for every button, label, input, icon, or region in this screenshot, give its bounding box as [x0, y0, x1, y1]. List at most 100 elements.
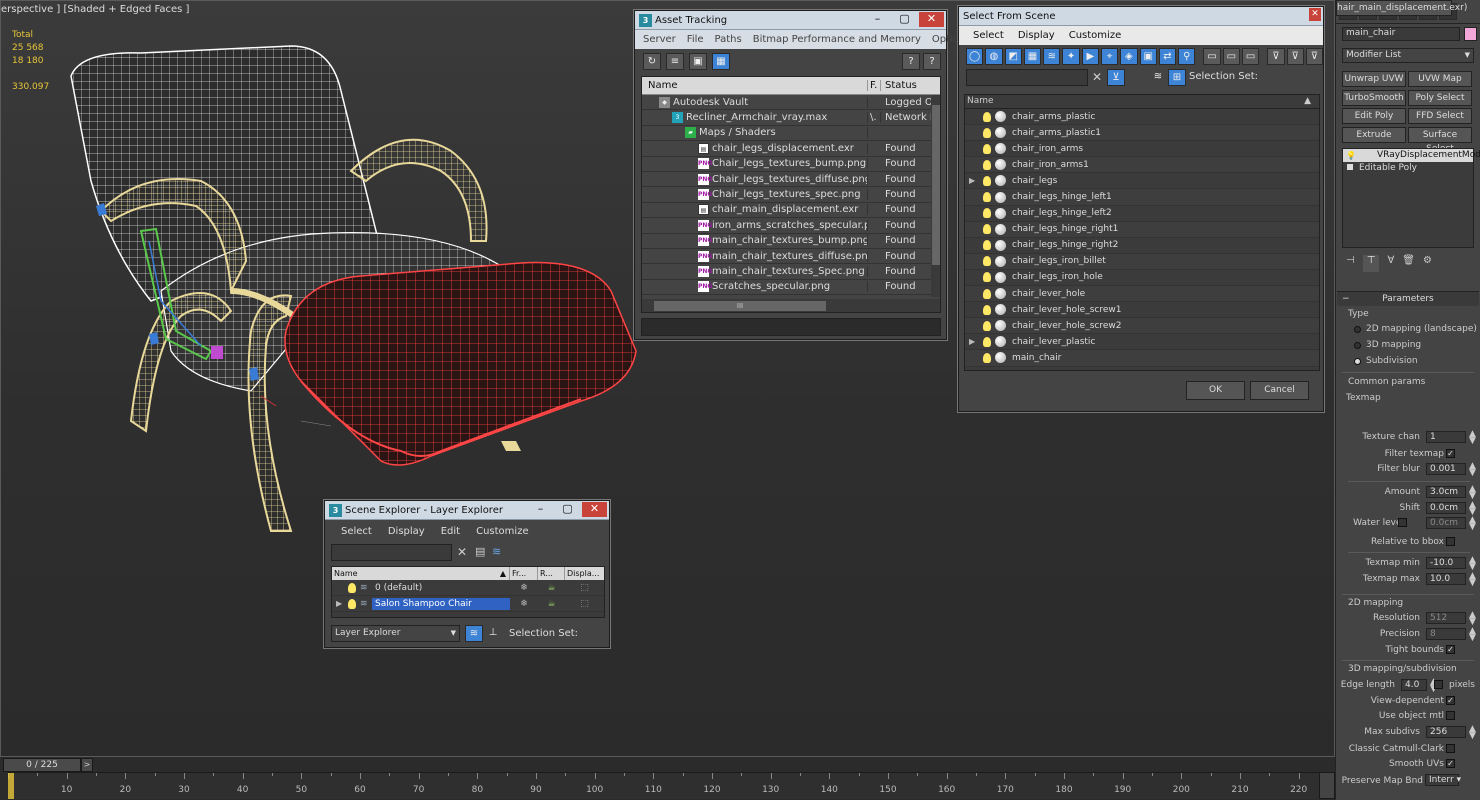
asset-row[interactable]: PNG Chair_legs_textures_bump.png Found [642, 157, 940, 172]
minimize-button[interactable]: – [865, 12, 890, 27]
light-bulb-icon[interactable] [983, 159, 991, 170]
asset-row[interactable]: 3 Recliner_Armchair_vray.max \. Network P [642, 110, 940, 126]
clear-search-icon[interactable]: ✕ [1092, 70, 1102, 84]
texmap-button[interactable]: hair_main_displacement.exr) [1336, 0, 1467, 16]
xrefs-filter-icon[interactable]: ⇄ [1158, 47, 1177, 65]
vscroll-thumb[interactable] [932, 105, 940, 265]
asset-row[interactable]: PNG main_chair_textures_diffuse.png Found [642, 249, 940, 265]
render-teapot-icon[interactable]: ☕ [538, 599, 565, 609]
display-box-icon[interactable]: ⬚ [565, 599, 604, 609]
light-bulb-icon[interactable]: 💡 [1346, 149, 1356, 162]
track-bar[interactable]: 10 20 30 40 50 60 70 80 90 100 110 120 130 140 150 160 1… [8, 772, 1329, 799]
amount-input-spinner[interactable]: ▲ ▼ [1469, 485, 1476, 501]
edge-length-input[interactable]: 4.0 [1401, 679, 1427, 691]
filter-texmap-checkbox[interactable]: ✓ [1446, 449, 1455, 458]
water-level-input[interactable]: 0.0cm [1426, 517, 1466, 529]
expand-arrow-icon[interactable]: ▶ [969, 176, 983, 185]
spacewarps-filter-icon[interactable]: ◈ [1120, 47, 1138, 65]
type-radio-1[interactable] [1354, 342, 1361, 349]
water-level-checkbox[interactable] [1398, 518, 1407, 527]
col-f[interactable]: F. [868, 80, 881, 91]
select-from-scene-window[interactable]: Select From Scene ✕ Select Display Custo… [958, 6, 1324, 412]
light-bulb-icon[interactable] [983, 352, 991, 363]
asset-list-vscroll[interactable] [931, 95, 940, 297]
time-slider-frame[interactable]: 0 / 225 [3, 758, 81, 772]
light-bulb-icon[interactable] [983, 127, 991, 138]
find-case-icon[interactable]: ⊻ [1107, 69, 1125, 86]
use-object-mtl-checkbox[interactable] [1446, 711, 1455, 720]
scene-object-row[interactable]: chair_iron_arms1 [965, 157, 1319, 174]
light-bulb-icon[interactable] [983, 111, 991, 122]
configure-modifier-sets-icon[interactable]: ⚙ [1423, 255, 1432, 272]
asset-row[interactable]: PNG Scratches_specular.png Found [642, 280, 940, 296]
display-none-icon[interactable]: ◍ [985, 47, 1003, 65]
resolution-input-spinner[interactable]: ▲ ▼ [1469, 611, 1476, 627]
pin-stack-icon[interactable]: ⊣ [1346, 255, 1355, 272]
menu-server[interactable]: Server [643, 34, 676, 45]
texmap-min-input-spinner[interactable]: ▲ ▼ [1469, 556, 1476, 572]
refresh-icon[interactable]: ↻ [643, 52, 661, 70]
resolution-input[interactable]: 512 [1426, 612, 1466, 624]
layer-view-icon[interactable]: ≋ [465, 625, 483, 642]
scene-object-row[interactable]: chair_legs_hinge_left2 [965, 205, 1319, 222]
select-from-scene-titlebar[interactable]: Select From Scene ✕ [959, 7, 1323, 26]
menu-display[interactable]: Display [388, 526, 425, 537]
asset-path-field[interactable] [641, 318, 941, 336]
list-icon[interactable]: ≡ [666, 52, 684, 70]
layers-icon[interactable]: ≋ [492, 545, 501, 558]
scene-object-row[interactable]: chair_legs_iron_billet [965, 253, 1319, 270]
filter-icon[interactable]: ⊽ [1267, 47, 1285, 65]
scene-object-row[interactable]: chair_legs_hinge_left1 [965, 189, 1319, 206]
asset-row[interactable]: ▰ Maps / Shaders [642, 126, 940, 142]
light-bulb-icon[interactable] [983, 224, 991, 235]
scene-object-row[interactable]: chair_legs_iron_hole [965, 269, 1319, 287]
table-icon[interactable]: ▦ [712, 52, 730, 70]
shift-input[interactable]: 0.0cm [1426, 502, 1466, 514]
freeze-icon[interactable]: ❄ [510, 599, 538, 609]
col-name[interactable]: Name [642, 80, 868, 91]
scene-object-row[interactable]: chair_lever_hole_screw1 [965, 302, 1319, 319]
light-bulb-icon[interactable] [983, 240, 991, 251]
asset-row[interactable]: ▤ chair_main_displacement.exr Found [642, 203, 940, 219]
groups-filter-icon[interactable]: ▣ [1139, 47, 1157, 65]
next-frame-button[interactable]: > [81, 758, 93, 772]
light-bulb-icon[interactable] [983, 336, 991, 347]
light-bulb-icon[interactable] [983, 208, 991, 219]
invert-display-icon[interactable]: ◩ [1004, 47, 1022, 65]
expand-arrow-icon[interactable]: ▶ [336, 599, 348, 608]
scene-object-row[interactable]: chair_iron_arms [965, 141, 1319, 158]
menu-customize[interactable]: Customize [1069, 30, 1122, 41]
asset-row[interactable]: PNG main_chair_textures_Spec.png Found [642, 264, 940, 280]
sort-asc-icon[interactable]: ▲ [1304, 95, 1311, 108]
layer-list[interactable]: Name ▲ Fr... R... Displa... ≋ 0 (default) ❄… [331, 566, 605, 618]
display-box-icon[interactable]: ⬚ [565, 583, 604, 593]
precision-input-spinner[interactable]: ▲ ▼ [1469, 627, 1476, 643]
menu-file[interactable]: File [687, 34, 704, 45]
asset-row[interactable]: PNG Chair_legs_textures_diffuse.png Found [642, 172, 940, 188]
modifier-button-extrude[interactable]: Extrude [1342, 126, 1406, 143]
menu-customize[interactable]: Customize [476, 526, 529, 537]
scene-object-row[interactable]: chair_arms_plastic1 [965, 125, 1319, 142]
filter-settings-icon[interactable]: ⊽ [1286, 47, 1304, 65]
scene-object-row[interactable]: chair_legs_hinge_right1 [965, 221, 1319, 238]
amount-input[interactable]: 3.0cm [1426, 486, 1466, 498]
expand-arrow-icon[interactable]: ▶ [969, 337, 983, 346]
asset-row[interactable]: ◆ Autodesk Vault Logged O [642, 95, 940, 111]
asset-row[interactable]: PNG iron_arms_scratches_specular.png Found [642, 218, 940, 234]
freeze-icon[interactable]: ❄ [510, 583, 538, 593]
precision-input[interactable]: 8 [1426, 628, 1466, 640]
help-icon[interactable]: ? [902, 52, 920, 70]
light-bulb-icon[interactable] [983, 175, 991, 186]
light-bulb-icon[interactable] [348, 598, 356, 609]
select-all-icon[interactable]: ▭ [1203, 47, 1221, 65]
minimize-button[interactable]: – [528, 502, 553, 517]
asset-row[interactable]: ▤ chair_legs_displacement.exr Found [642, 141, 940, 157]
help-search-icon[interactable]: ? [923, 52, 941, 70]
collapse-icon[interactable]: − [1342, 292, 1350, 306]
lights-filter-icon[interactable]: ✦ [1062, 47, 1080, 65]
modifier-button-ffd-select[interactable]: FFD Select [1408, 108, 1472, 124]
expand-icon[interactable] [1347, 164, 1353, 170]
shapes-filter-icon[interactable]: ≋ [1043, 47, 1061, 65]
light-bulb-icon[interactable] [348, 582, 356, 593]
texture-chan-input-spinner[interactable]: ▲ ▼ [1469, 430, 1476, 446]
